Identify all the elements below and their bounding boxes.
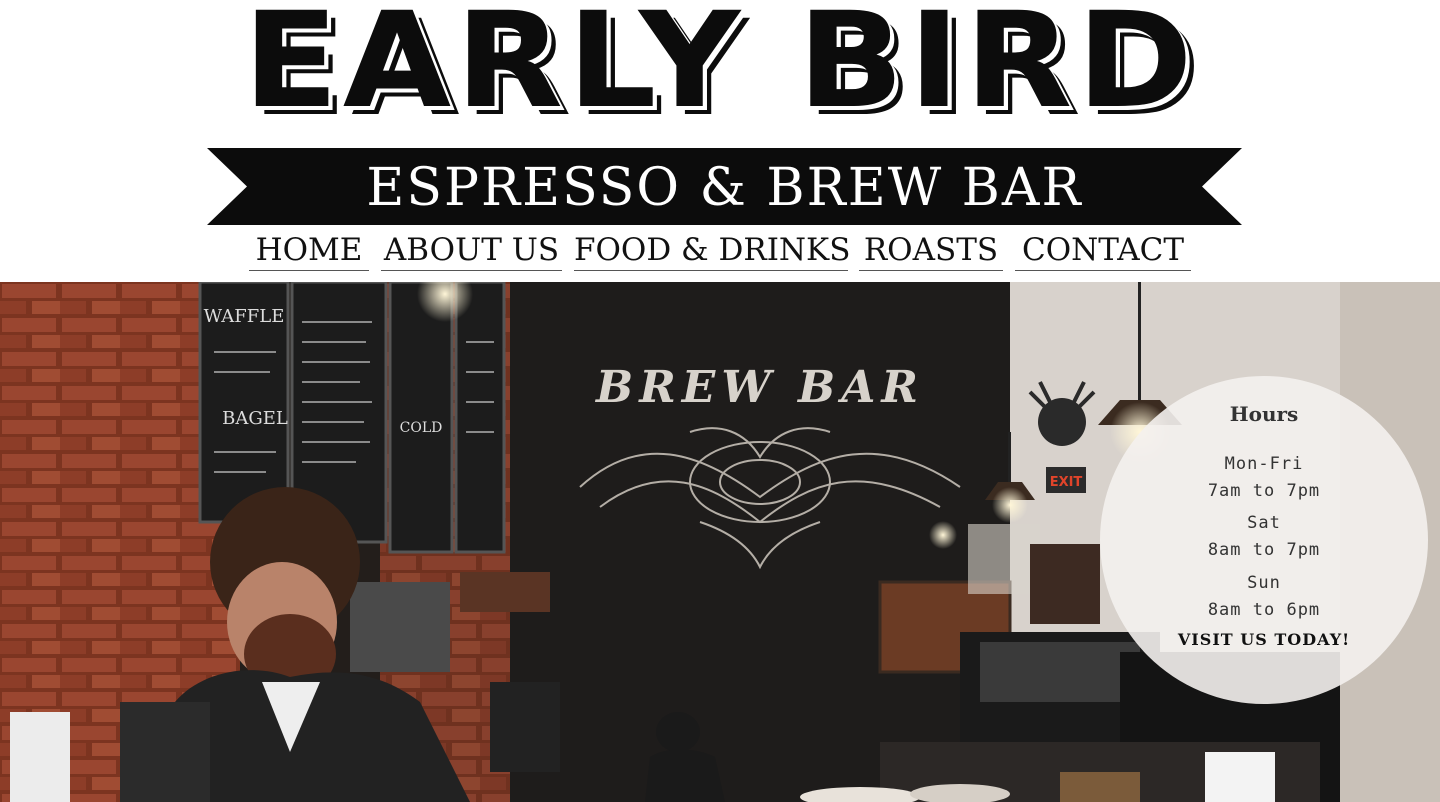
tagline-banner: ESPRESSO & BREW BAR — [207, 148, 1242, 225]
site-header: EARLY BIRD ESPRESSO & BREW BAR HOME ABOU… — [0, 0, 1440, 282]
hours-sun-label: Sun — [1247, 573, 1281, 593]
hours-sat-label: Sat — [1247, 513, 1281, 533]
site-logo[interactable]: EARLY BIRD — [0, 0, 1440, 127]
hours-weekday-time: 7am to 7pm — [1207, 481, 1321, 501]
hours-title: Hours — [1229, 402, 1299, 426]
hours-sat-time: 8am to 7pm — [1207, 540, 1321, 560]
menu-board-waffle: WAFFLE — [204, 306, 285, 327]
menu-board-cold: COLD — [400, 420, 443, 436]
nav-contact[interactable]: CONTACT — [1015, 230, 1191, 271]
hours-weekday-label: Mon-Fri — [1224, 454, 1304, 474]
tagline: ESPRESSO & BREW BAR — [366, 158, 1083, 218]
visit-us-link[interactable]: VISIT US TODAY! — [1100, 630, 1428, 649]
menu-board-bagel: BAGEL — [222, 408, 288, 429]
nav-food-drinks[interactable]: FOOD & DRINKS — [574, 230, 850, 271]
exit-sign: EXIT — [1050, 475, 1083, 490]
nav-about-us[interactable]: ABOUT US — [381, 230, 562, 271]
nav-home[interactable]: HOME — [249, 230, 369, 271]
svg-text:BREW BAR: BREW BAR — [594, 362, 924, 413]
nav-roasts[interactable]: ROASTS — [859, 230, 1003, 271]
hours-badge: Hours Mon-Fri 7am to 7pm Sat 8am to 7pm … — [1100, 376, 1428, 704]
hours-sun-time: 8am to 6pm — [1207, 600, 1321, 620]
